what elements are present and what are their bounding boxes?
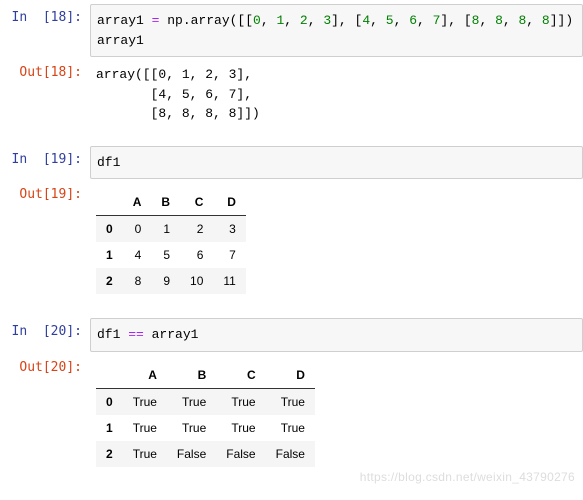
- cell-18-output: Out[18]: array([[0, 1, 2, 3], [4, 5, 6, …: [0, 59, 583, 130]
- df-col-header: D: [213, 189, 245, 216]
- num-literal: 2: [300, 13, 308, 28]
- df-row-index: 2: [96, 268, 123, 294]
- dataframe-table-19: ABCD00123145672891011: [96, 189, 246, 294]
- df-col-header: D: [266, 362, 315, 389]
- df-col-header: C: [216, 362, 265, 389]
- comma: ,: [479, 13, 495, 28]
- table-row: 14567: [96, 242, 246, 268]
- df-cell: 9: [151, 268, 180, 294]
- df-corner: [96, 362, 123, 389]
- df-col-header: B: [151, 189, 180, 216]
- num-literal: 8: [495, 13, 503, 28]
- comma: ,: [261, 13, 277, 28]
- df-cell: 10: [180, 268, 213, 294]
- df-cell: 8: [123, 268, 152, 294]
- df-col-header: C: [180, 189, 213, 216]
- df-cell: 5: [151, 242, 180, 268]
- num-literal: 4: [362, 13, 370, 28]
- close: ]]): [550, 13, 573, 28]
- df-cell: True: [167, 415, 216, 441]
- df-cell: 7: [213, 242, 245, 268]
- cell-20-input: In [20]: df1 == array1: [0, 318, 583, 352]
- df-cell: True: [216, 388, 265, 415]
- cell-19-output: Out[19]: ABCD00123145672891011: [0, 181, 583, 302]
- code-input-19[interactable]: df1: [90, 146, 583, 180]
- array-output-18: array([[0, 1, 2, 3], [4, 5, 6, 7], [8, 8…: [90, 59, 266, 130]
- sep: ], [: [331, 13, 362, 28]
- df-output-20: ABCD0TrueTrueTrueTrue1TrueTrueTrueTrue2T…: [90, 354, 583, 475]
- code-var: array1: [97, 13, 152, 28]
- df-cell: 0: [123, 216, 152, 243]
- df-cell: 3: [213, 216, 245, 243]
- comma: ,: [526, 13, 542, 28]
- df-cell: True: [123, 415, 167, 441]
- df-cell: False: [266, 441, 315, 467]
- comma: ,: [417, 13, 433, 28]
- np-array-call: np.array([[: [159, 13, 253, 28]
- df-cell: 6: [180, 242, 213, 268]
- comma: ,: [394, 13, 410, 28]
- dataframe-table-20: ABCD0TrueTrueTrueTrue1TrueTrueTrueTrue2T…: [96, 362, 315, 467]
- df-cell: 2: [180, 216, 213, 243]
- in-prompt-18: In [18]:: [0, 4, 90, 25]
- num-literal: 0: [253, 13, 261, 28]
- in-prompt-19: In [19]:: [0, 146, 90, 167]
- num-literal: 5: [386, 13, 394, 28]
- df-cell: True: [167, 388, 216, 415]
- table-row: 2TrueFalseFalseFalse: [96, 441, 315, 467]
- cell-19-input: In [19]: df1: [0, 146, 583, 180]
- df-col-header: A: [123, 362, 167, 389]
- df-row-index: 0: [96, 388, 123, 415]
- out-prompt-18: Out[18]:: [0, 59, 90, 80]
- df-cell: 11: [213, 268, 245, 294]
- num-literal: 3: [323, 13, 331, 28]
- df-col-header: B: [167, 362, 216, 389]
- code-var-array1: array1: [144, 327, 199, 342]
- df-corner: [96, 189, 123, 216]
- df-row-index: 1: [96, 415, 123, 441]
- out-prompt-20: Out[20]:: [0, 354, 90, 375]
- comma: ,: [503, 13, 519, 28]
- df-row-index: 1: [96, 242, 123, 268]
- comma: ,: [284, 13, 300, 28]
- df-cell: True: [123, 388, 167, 415]
- watermark-text: https://blog.csdn.net/weixin_43790276: [360, 470, 575, 484]
- df-cell: 4: [123, 242, 152, 268]
- table-row: 1TrueTrueTrueTrue: [96, 415, 315, 441]
- df-cell: True: [266, 388, 315, 415]
- cell-20-output: Out[20]: ABCD0TrueTrueTrueTrue1TrueTrueT…: [0, 354, 583, 475]
- code-input-20[interactable]: df1 == array1: [90, 318, 583, 352]
- df-cell: 1: [151, 216, 180, 243]
- df-cell: True: [216, 415, 265, 441]
- df-output-19: ABCD00123145672891011: [90, 181, 583, 302]
- df-cell: True: [123, 441, 167, 467]
- out-prompt-19: Out[19]:: [0, 181, 90, 202]
- code-input-18[interactable]: array1 = np.array([[0, 1, 2, 3], [4, 5, …: [90, 4, 583, 57]
- cell-18-input: In [18]: array1 = np.array([[0, 1, 2, 3]…: [0, 4, 583, 57]
- in-prompt-20: In [20]:: [0, 318, 90, 339]
- code-var-df1: df1: [97, 155, 120, 170]
- df-col-header: A: [123, 189, 152, 216]
- df-row-index: 0: [96, 216, 123, 243]
- table-row: 00123: [96, 216, 246, 243]
- df-cell: False: [216, 441, 265, 467]
- df-cell: True: [266, 415, 315, 441]
- table-row: 0TrueTrueTrueTrue: [96, 388, 315, 415]
- comma: ,: [370, 13, 386, 28]
- code-line2: array1: [97, 33, 144, 48]
- comma: ,: [308, 13, 324, 28]
- code-var-df1: df1: [97, 327, 128, 342]
- df-row-index: 2: [96, 441, 123, 467]
- df-cell: False: [167, 441, 216, 467]
- eq-eq-op: ==: [128, 327, 144, 342]
- table-row: 2891011: [96, 268, 246, 294]
- sep: ], [: [440, 13, 471, 28]
- num-literal: 6: [409, 13, 417, 28]
- num-literal: 8: [542, 13, 550, 28]
